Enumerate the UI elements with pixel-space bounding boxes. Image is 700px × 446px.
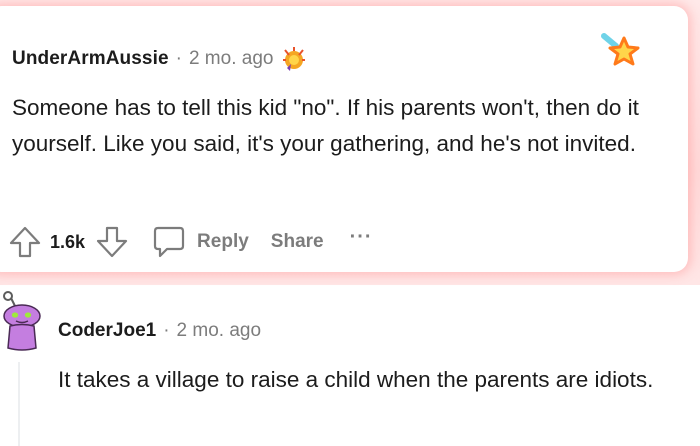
comment-author[interactable]: CoderJoe1 — [58, 320, 156, 342]
meta-separator: · — [163, 320, 170, 341]
user-avatar[interactable] — [0, 290, 46, 354]
comment-timestamp[interactable]: 2 mo. ago — [177, 320, 262, 342]
share-button[interactable]: Share — [271, 231, 324, 253]
comment-author[interactable]: UnderArmAussie — [12, 48, 169, 70]
reply-button[interactable]: Reply — [153, 225, 249, 259]
award-icon[interactable] — [281, 46, 307, 72]
more-options-button[interactable]: ··· — [350, 226, 373, 249]
reply-label: Reply — [197, 231, 249, 252]
star-award-icon[interactable] — [600, 32, 642, 70]
comment-body: Someone has to tell this kid "no". If hi… — [12, 95, 639, 156]
highlighted-comment-card: UnderArmAussie · 2 mo. ago Someone has t… — [0, 6, 688, 272]
meta-separator: · — [175, 48, 182, 69]
comment-actions: 1.6k Reply Share ··· — [8, 224, 373, 260]
comment-timestamp[interactable]: 2 mo. ago — [189, 48, 274, 70]
comment-meta: CoderJoe1 · 2 mo. ago — [58, 320, 261, 342]
upvote-icon[interactable] — [8, 225, 42, 259]
comment-meta: UnderArmAussie · 2 mo. ago — [12, 46, 307, 72]
comment-body: It takes a village to raise a child when… — [58, 367, 654, 392]
vote-score: 1.6k — [50, 231, 86, 252]
downvote-icon[interactable] — [95, 225, 129, 259]
comment-bubble-icon — [153, 226, 185, 258]
thread-line[interactable] — [18, 362, 20, 446]
